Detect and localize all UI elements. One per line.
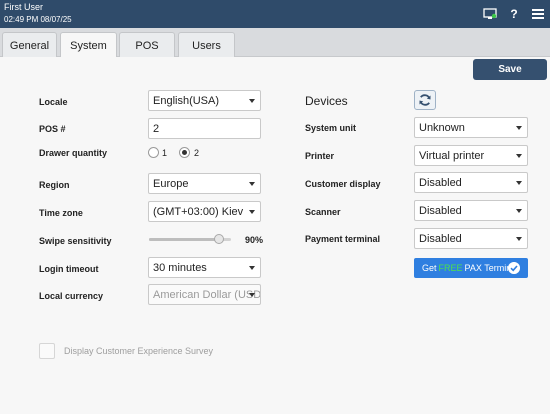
login-timeout-value: 30 minutes [153,261,207,274]
time-zone-select[interactable]: (GMT+03:00) Kiev [148,201,261,222]
hamburger-menu-icon[interactable] [526,0,550,28]
drawer-quantity-radio-2[interactable] [179,147,190,158]
drawer-quantity-option-1: 1 [162,148,168,158]
save-button[interactable]: Save [473,59,547,80]
chevron-down-icon [516,154,522,158]
refresh-icon [419,94,431,106]
help-icon[interactable]: ? [502,0,526,28]
scanner-select[interactable]: Disabled [414,200,528,221]
local-currency-value: American Dollar (USD) [153,288,261,301]
chevron-down-icon [249,266,255,270]
login-timeout-label: Login timeout [39,264,99,274]
swipe-sensitivity-label: Swipe sensitivity [39,236,112,246]
region-value: Europe [153,177,189,190]
devices-heading: Devices [305,94,348,108]
chevron-down-icon [516,237,522,241]
checkmark-circle-icon [508,262,520,274]
customer-survey-checkbox[interactable] [39,343,55,359]
payment-terminal-select[interactable]: Disabled [414,228,528,249]
payment-terminal-label: Payment terminal [305,234,381,244]
tab-users[interactable]: Users [178,32,235,58]
system-unit-select[interactable]: Unknown [414,117,528,138]
user-name: First User [4,2,43,12]
customer-display-value: Disabled [419,176,462,189]
pos-number-label: POS # [39,124,66,134]
printer-label: Printer [305,151,335,161]
tab-pos[interactable]: POS [119,32,175,58]
drawer-quantity-option-2: 2 [194,148,200,158]
local-currency-select[interactable]: American Dollar (USD) [148,284,261,305]
chevron-down-icon [516,209,522,213]
current-datetime: 02:49 PM 08/07/25 [4,15,72,24]
refresh-devices-button[interactable] [414,90,436,110]
top-bar-icons: ? [478,0,550,28]
customer-survey-label: Display Customer Experience Survey [64,346,214,356]
chevron-down-icon [249,182,255,186]
chevron-down-icon [249,99,255,103]
customer-display-label: Customer display [305,179,381,189]
printer-value: Virtual printer [419,149,485,162]
pos-number-input[interactable]: 2 [148,118,261,139]
locale-label: Locale [39,97,68,107]
printer-select[interactable]: Virtual printer [414,145,528,166]
scanner-value: Disabled [419,204,462,217]
customer-display-select[interactable]: Disabled [414,172,528,193]
locale-value: English(USA) [153,94,220,107]
slider-thumb[interactable] [214,234,224,244]
time-zone-value: (GMT+03:00) Kiev [153,205,244,218]
local-currency-label: Local currency [39,291,104,301]
region-select[interactable]: Europe [148,173,261,194]
time-zone-label: Time zone [39,208,83,218]
drawer-quantity-radio-1[interactable] [148,147,159,158]
chevron-down-icon [249,293,255,297]
chevron-down-icon [249,210,255,214]
swipe-sensitivity-value: 90% [245,235,264,245]
locale-select[interactable]: English(USA) [148,90,261,111]
get-free-pax-terminal-button[interactable]: Get FREE PAX Terminal [414,258,528,278]
region-label: Region [39,180,70,190]
swipe-sensitivity-slider[interactable] [149,234,231,244]
monitor-icon[interactable] [478,0,502,28]
slider-fill [149,238,219,241]
tab-strip: General System POS Users [0,28,550,59]
tab-system[interactable]: System [60,32,117,59]
pos-number-value: 2 [153,122,160,135]
system-unit-value: Unknown [419,121,465,134]
scanner-label: Scanner [305,207,341,217]
pax-button-free: FREE [438,263,463,273]
system-unit-label: System unit [305,123,357,133]
payment-terminal-value: Disabled [419,232,462,245]
chevron-down-icon [516,181,522,185]
login-timeout-select[interactable]: 30 minutes [148,257,261,278]
pax-button-prefix: Get [422,263,437,273]
tab-general[interactable]: General [2,32,57,58]
top-bar: First User 02:49 PM 08/07/25 ? [0,0,550,28]
chevron-down-icon [516,126,522,130]
drawer-quantity-label: Drawer quantity [39,148,108,158]
